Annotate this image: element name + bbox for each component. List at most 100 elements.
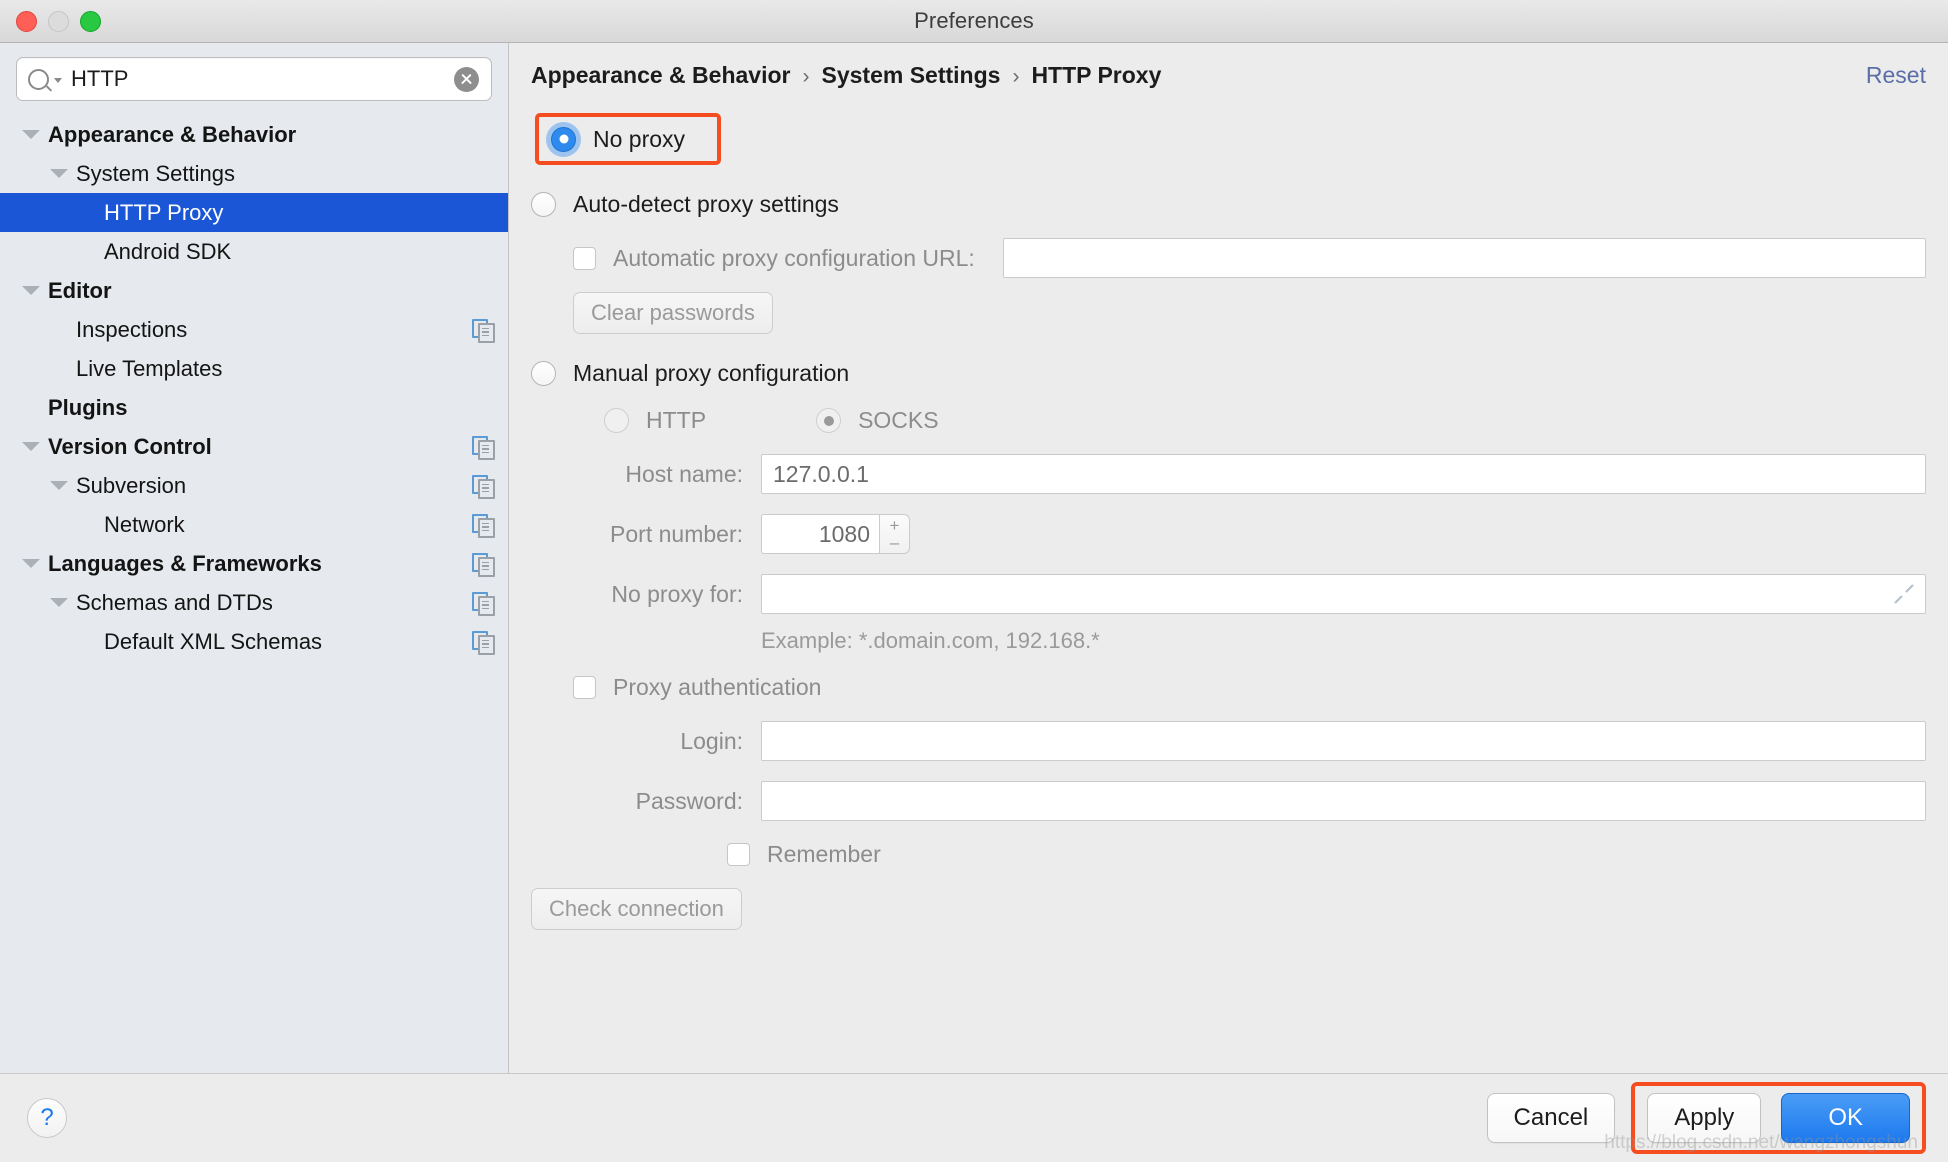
- copy-settings-icon: [472, 552, 495, 577]
- no-proxy-for-input[interactable]: [761, 574, 1926, 614]
- auto-config-url-checkbox[interactable]: [573, 246, 596, 270]
- sidebar-item-http-proxy[interactable]: HTTP Proxy: [0, 193, 508, 232]
- port-number-stepper[interactable]: 1080 + –: [761, 514, 910, 554]
- sidebar-item-languages-frameworks[interactable]: Languages & Frameworks: [0, 544, 508, 583]
- host-name-row: Host name: 127.0.0.1: [531, 454, 1926, 494]
- disclosure-triangle-icon[interactable]: [22, 286, 40, 295]
- settings-sidebar: HTTP Appearance & Behavior System Setting…: [0, 43, 509, 1073]
- http-label: HTTP: [646, 407, 707, 433]
- port-number-value: 1080: [818, 520, 870, 547]
- http-radio[interactable]: [604, 408, 629, 433]
- host-name-value: 127.0.0.1: [773, 460, 869, 487]
- auto-detect-radio[interactable]: [531, 192, 556, 217]
- sidebar-item-android-sdk[interactable]: Android SDK: [0, 232, 508, 271]
- no-proxy-label: No proxy: [593, 125, 686, 152]
- copy-settings-icon: [472, 318, 495, 343]
- remember-label: Remember: [767, 841, 881, 867]
- port-number-input[interactable]: 1080: [761, 514, 879, 554]
- breadcrumb-item-1[interactable]: System Settings: [821, 62, 1000, 89]
- search-area: HTTP: [0, 43, 508, 111]
- sidebar-item-appearance-behavior[interactable]: Appearance & Behavior: [0, 115, 508, 154]
- sidebar-item-version-control[interactable]: Version Control: [0, 427, 508, 466]
- password-input[interactable]: [761, 781, 1926, 821]
- copy-settings-icon: [472, 513, 495, 538]
- cancel-button[interactable]: Cancel: [1486, 1093, 1616, 1143]
- sidebar-item-plugins[interactable]: Plugins: [0, 388, 508, 427]
- title-bar: Preferences: [0, 0, 1948, 43]
- breadcrumb-item-0[interactable]: Appearance & Behavior: [531, 62, 790, 89]
- protocol-row: HTTP SOCKS: [604, 407, 1926, 434]
- window-title: Preferences: [914, 8, 1034, 33]
- remember-checkbox[interactable]: [727, 843, 750, 866]
- proxy-authentication-row: Proxy authentication: [573, 674, 1926, 701]
- disclosure-triangle-icon[interactable]: [22, 559, 40, 568]
- search-value: HTTP: [71, 66, 129, 91]
- sidebar-item-label: Subversion: [76, 472, 187, 498]
- sidebar-item-label: Schemas and DTDs: [76, 589, 273, 615]
- socks-radio[interactable]: [816, 408, 842, 433]
- sidebar-item-inspections[interactable]: Inspections: [0, 310, 508, 349]
- breadcrumb: Appearance & Behavior › System Settings …: [531, 62, 1866, 89]
- auto-config-url-input[interactable]: [1002, 238, 1926, 278]
- socks-label: SOCKS: [858, 407, 939, 433]
- sidebar-item-label: Network: [104, 511, 185, 537]
- sidebar-item-subversion[interactable]: Subversion: [0, 466, 508, 505]
- auto-detect-row[interactable]: Auto-detect proxy settings: [531, 191, 1926, 218]
- zoom-button-icon[interactable]: [80, 10, 101, 32]
- host-name-input[interactable]: 127.0.0.1: [761, 454, 1926, 494]
- sidebar-item-label: HTTP Proxy: [104, 199, 224, 225]
- sidebar-item-default-xml-schemas[interactable]: Default XML Schemas: [0, 622, 508, 661]
- minimize-button-icon[interactable]: [48, 10, 69, 32]
- manual-proxy-row[interactable]: Manual proxy configuration: [531, 360, 1926, 387]
- copy-settings-icon: [472, 591, 495, 616]
- sidebar-item-label: Version Control: [48, 433, 212, 459]
- login-input[interactable]: [761, 721, 1926, 761]
- sidebar-item-label: Appearance & Behavior: [48, 121, 297, 147]
- breadcrumb-separator-icon: ›: [1012, 64, 1020, 88]
- disclosure-triangle-icon[interactable]: [22, 130, 40, 139]
- settings-tree: Appearance & Behavior System Settings HTTP…: [0, 111, 508, 1073]
- manual-proxy-label: Manual proxy configuration: [573, 360, 850, 386]
- sidebar-item-system-settings[interactable]: System Settings: [0, 154, 508, 193]
- dialog-footer: ? Cancel Apply OK https://blog.csdn.net/…: [0, 1074, 1948, 1162]
- manual-proxy-radio[interactable]: [531, 361, 556, 386]
- password-label: Password:: [635, 787, 743, 814]
- breadcrumb-item-2: HTTP Proxy: [1031, 61, 1162, 88]
- close-button-icon[interactable]: [16, 10, 37, 32]
- preferences-window: Preferences HTTP Appearance & Behavior Sy…: [0, 0, 1948, 1162]
- check-connection-row: Check connection: [531, 888, 1926, 930]
- ok-button[interactable]: OK: [1781, 1093, 1910, 1143]
- sidebar-item-editor[interactable]: Editor: [0, 271, 508, 310]
- sidebar-item-label: System Settings: [76, 160, 235, 186]
- no-proxy-for-row: No proxy for:: [531, 574, 1926, 614]
- sidebar-item-live-templates[interactable]: Live Templates: [0, 349, 508, 388]
- no-proxy-for-label: No proxy for:: [611, 580, 743, 607]
- proxy-authentication-checkbox[interactable]: [573, 676, 596, 699]
- login-row: Login:: [531, 721, 1926, 761]
- check-connection-button[interactable]: Check connection: [531, 888, 742, 930]
- sidebar-item-network[interactable]: Network: [0, 505, 508, 544]
- no-proxy-radio[interactable]: [551, 126, 576, 152]
- expand-icon[interactable]: [1893, 583, 1915, 605]
- content-pane: Appearance & Behavior › System Settings …: [509, 43, 1948, 1073]
- sidebar-item-schemas-and-dtds[interactable]: Schemas and DTDs: [0, 583, 508, 622]
- clear-passwords-button[interactable]: Clear passwords: [573, 292, 773, 334]
- stepper-buttons[interactable]: + –: [879, 514, 910, 554]
- disclosure-triangle-icon[interactable]: [50, 481, 68, 490]
- search-input[interactable]: HTTP: [16, 57, 492, 101]
- search-icon[interactable]: [28, 68, 62, 90]
- stepper-down-icon[interactable]: –: [880, 534, 909, 553]
- apply-button[interactable]: Apply: [1647, 1093, 1762, 1143]
- login-label: Login:: [680, 727, 743, 754]
- clear-icon[interactable]: [454, 66, 479, 92]
- breadcrumb-separator-icon: ›: [802, 64, 810, 88]
- disclosure-triangle-icon[interactable]: [50, 598, 68, 607]
- copy-settings-icon: [472, 630, 495, 655]
- disclosure-triangle-icon[interactable]: [22, 442, 40, 451]
- reset-link[interactable]: Reset: [1866, 62, 1926, 89]
- apply-ok-annotation-box: Apply OK: [1631, 1082, 1926, 1154]
- help-icon[interactable]: ?: [27, 1098, 67, 1138]
- disclosure-triangle-icon[interactable]: [50, 169, 68, 178]
- stepper-up-icon[interactable]: +: [880, 515, 909, 534]
- sidebar-item-label: Plugins: [48, 394, 128, 420]
